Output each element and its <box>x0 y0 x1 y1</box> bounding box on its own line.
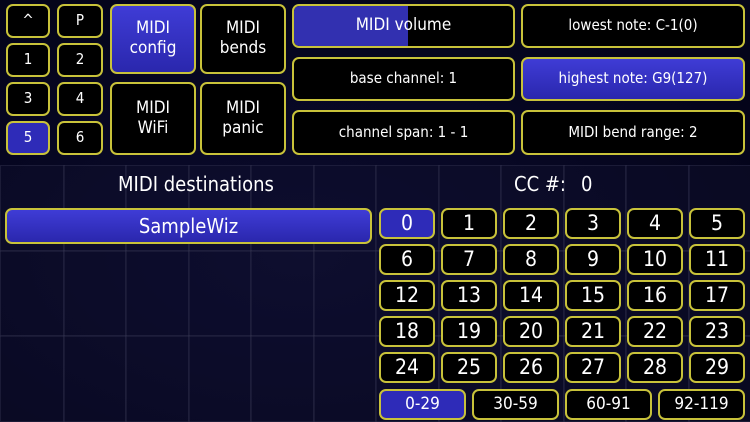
cc-button-7[interactable]: 7 <box>441 244 497 275</box>
numpad-key-5[interactable]: 5 <box>6 121 50 155</box>
cc-button-14[interactable]: 14 <box>503 280 559 311</box>
cc-button-0[interactable]: 0 <box>379 208 435 239</box>
background-note-cell <box>250 250 315 337</box>
background-note-cell <box>187 335 252 422</box>
cc-button-21[interactable]: 21 <box>565 316 621 347</box>
cc-range-92-119[interactable]: 92-119 <box>658 389 745 420</box>
background-note-cell <box>0 335 65 422</box>
midi-config-button[interactable]: MIDI config <box>110 4 196 74</box>
cc-button-4[interactable]: 4 <box>627 208 683 239</box>
cc-button-1[interactable]: 1 <box>441 208 497 239</box>
cc-range-30-59[interactable]: 30-59 <box>472 389 559 420</box>
cc-button-3[interactable]: 3 <box>565 208 621 239</box>
background-note-cell <box>125 250 190 337</box>
cc-button-10[interactable]: 10 <box>627 244 683 275</box>
cc-button-6[interactable]: 6 <box>379 244 435 275</box>
cc-range-60-91[interactable]: 60-91 <box>565 389 652 420</box>
base-channel-button[interactable]: base channel: 1 <box>292 57 515 101</box>
midi-volume-label: MIDI volume <box>355 15 452 36</box>
background-note-cell <box>187 250 252 337</box>
channel-span-button[interactable]: channel span: 1 - 1 <box>292 110 515 155</box>
background-note-cell <box>62 335 127 422</box>
cc-number-label: CC #: <box>514 172 566 196</box>
cc-button-18[interactable]: 18 <box>379 316 435 347</box>
background-note-cell <box>312 335 377 422</box>
cc-button-29[interactable]: 29 <box>689 352 745 383</box>
cc-button-22[interactable]: 22 <box>627 316 683 347</box>
cc-range-0-29[interactable]: 0-29 <box>379 389 466 420</box>
cc-button-13[interactable]: 13 <box>441 280 497 311</box>
midi-destinations-title: MIDI destinations <box>118 172 274 196</box>
lowest-note-label: lowest note: C-1(0) <box>568 16 698 35</box>
midi-panic-label: MIDI panic <box>222 97 264 138</box>
midi-config-label: MIDI config <box>129 18 177 58</box>
cc-button-11[interactable]: 11 <box>689 244 745 275</box>
midi-wifi-label: MIDI WiFi <box>136 97 170 138</box>
midi-wifi-button[interactable]: MIDI WiFi <box>110 82 196 155</box>
cc-button-27[interactable]: 27 <box>565 352 621 383</box>
midi-config-screen: ^ P 1 2 3 4 5 6 MIDI config MIDI bends M… <box>0 0 750 422</box>
midi-bends-label: MIDI bends <box>219 18 267 58</box>
cc-button-20[interactable]: 20 <box>503 316 559 347</box>
midi-volume-slider[interactable]: MIDI volume <box>292 4 515 48</box>
cc-button-19[interactable]: 19 <box>441 316 497 347</box>
numpad-key-6[interactable]: 6 <box>57 121 103 155</box>
destination-label: SampleWiz <box>138 213 239 238</box>
background-note-cell <box>312 250 377 337</box>
lowest-note-button[interactable]: lowest note: C-1(0) <box>521 4 745 48</box>
cc-button-2[interactable]: 2 <box>503 208 559 239</box>
background-note-cell <box>250 335 315 422</box>
cc-button-8[interactable]: 8 <box>503 244 559 275</box>
numpad-key-up[interactable]: ^ <box>6 4 50 38</box>
cc-button-9[interactable]: 9 <box>565 244 621 275</box>
highest-note-button[interactable]: highest note: G9(127) <box>521 57 745 101</box>
channel-span-label: channel span: 1 - 1 <box>338 122 469 141</box>
cc-button-23[interactable]: 23 <box>689 316 745 347</box>
cc-button-16[interactable]: 16 <box>627 280 683 311</box>
numpad-key-1[interactable]: 1 <box>6 43 50 77</box>
highest-note-label: highest note: G9(127) <box>558 69 708 88</box>
numpad-key-4[interactable]: 4 <box>57 82 103 116</box>
background-note-cell <box>0 250 65 337</box>
numpad-key-2[interactable]: 2 <box>57 43 103 77</box>
numpad-key-3[interactable]: 3 <box>6 82 50 116</box>
midi-bends-button[interactable]: MIDI bends <box>200 4 286 74</box>
cc-button-24[interactable]: 24 <box>379 352 435 383</box>
midi-panic-button[interactable]: MIDI panic <box>200 82 286 155</box>
background-note-cell <box>62 250 127 337</box>
numpad-key-p[interactable]: P <box>57 4 103 38</box>
cc-button-25[interactable]: 25 <box>441 352 497 383</box>
cc-number-value: 0 <box>581 172 593 196</box>
background-note-cell <box>125 335 190 422</box>
destination-samplewiz[interactable]: SampleWiz <box>5 208 372 244</box>
midi-bend-range-label: MIDI bend range: 2 <box>568 122 698 141</box>
cc-button-12[interactable]: 12 <box>379 280 435 311</box>
base-channel-label: base channel: 1 <box>349 69 458 88</box>
cc-button-17[interactable]: 17 <box>689 280 745 311</box>
cc-button-28[interactable]: 28 <box>627 352 683 383</box>
cc-button-15[interactable]: 15 <box>565 280 621 311</box>
midi-bend-range-button[interactable]: MIDI bend range: 2 <box>521 110 745 155</box>
cc-button-5[interactable]: 5 <box>689 208 745 239</box>
cc-button-26[interactable]: 26 <box>503 352 559 383</box>
